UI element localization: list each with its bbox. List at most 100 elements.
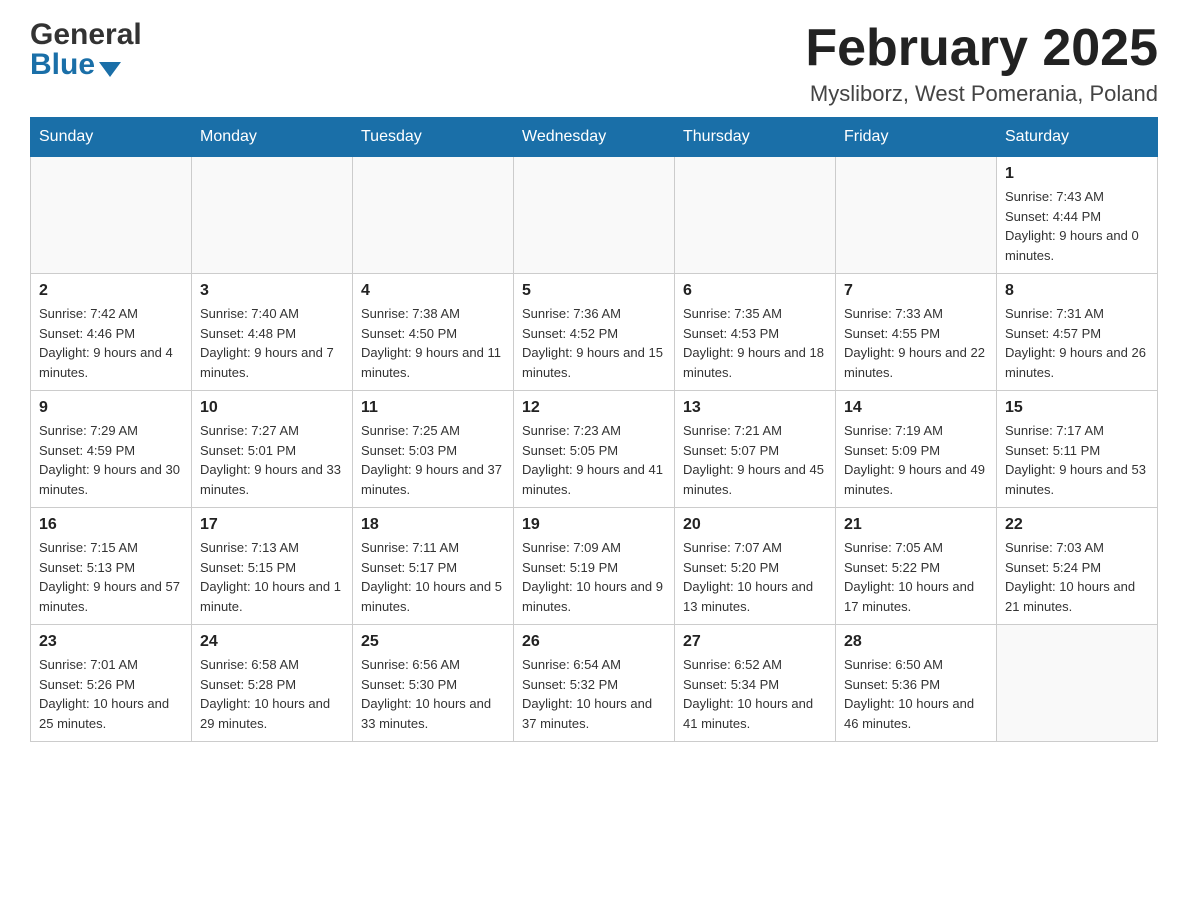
day-number: 8 [1005, 282, 1149, 300]
calendar-week-1: 1Sunrise: 7:43 AMSunset: 4:44 PMDaylight… [31, 157, 1158, 274]
day-info: Sunrise: 7:13 AMSunset: 5:15 PMDaylight:… [200, 538, 344, 616]
calendar-cell: 9Sunrise: 7:29 AMSunset: 4:59 PMDaylight… [31, 391, 192, 508]
calendar-cell: 27 Sunrise: 6:52 AMSunset: 5:34 PMDayligh… [675, 625, 836, 742]
calendar-cell: 13 Sunrise: 7:21 AMSunset: 5:07 PMDayligh… [675, 391, 836, 508]
day-info: Sunrise: 7:25 AMSunset: 5:03 PMDaylight:… [361, 421, 505, 499]
day-number: 21 [844, 516, 988, 534]
day-number: 18 [361, 516, 505, 534]
weekday-header-tuesday: Tuesday [353, 118, 514, 157]
calendar-cell: 2 Sunrise: 7:42 AMSunset: 4:46 PMDaylight… [31, 274, 192, 391]
day-number: 12 [522, 399, 666, 417]
day-number: 6 [683, 282, 827, 300]
calendar-cell: 14 Sunrise: 7:19 AMSunset: 5:09 PMDayligh… [836, 391, 997, 508]
calendar-cell: 21 Sunrise: 7:05 AMSunset: 5:22 PMDayligh… [836, 508, 997, 625]
day-info: Sunrise: 7:40 AMSunset: 4:48 PMDaylight:… [200, 304, 344, 382]
calendar-cell: 10 Sunrise: 7:27 AMSunset: 5:01 PMDayligh… [192, 391, 353, 508]
calendar-cell: 22 Sunrise: 7:03 AMSunset: 5:24 PMDayligh… [997, 508, 1158, 625]
weekday-header-saturday: Saturday [997, 118, 1158, 157]
logo: General Blue [30, 20, 142, 80]
calendar-cell: 15Sunrise: 7:17 AMSunset: 5:11 PMDayligh… [997, 391, 1158, 508]
day-number: 7 [844, 282, 988, 300]
weekday-header-monday: Monday [192, 118, 353, 157]
title-section: February 2025 Mysliborz, West Pomerania,… [805, 20, 1158, 107]
weekday-header-wednesday: Wednesday [514, 118, 675, 157]
day-info: Sunrise: 7:31 AMSunset: 4:57 PMDaylight:… [1005, 304, 1149, 382]
month-title: February 2025 [805, 20, 1158, 77]
calendar-cell: 26Sunrise: 6:54 AMSunset: 5:32 PMDayligh… [514, 625, 675, 742]
day-number: 2 [39, 282, 183, 300]
day-info: Sunrise: 7:15 AMSunset: 5:13 PMDaylight:… [39, 538, 183, 616]
day-number: 10 [200, 399, 344, 417]
day-info: Sunrise: 6:50 AMSunset: 5:36 PMDaylight:… [844, 655, 988, 733]
day-number: 28 [844, 633, 988, 651]
day-number: 19 [522, 516, 666, 534]
calendar-table: SundayMondayTuesdayWednesdayThursdayFrid… [30, 117, 1158, 742]
day-info: Sunrise: 7:38 AMSunset: 4:50 PMDaylight:… [361, 304, 505, 382]
calendar-cell: 25 Sunrise: 6:56 AMSunset: 5:30 PMDayligh… [353, 625, 514, 742]
weekday-header-friday: Friday [836, 118, 997, 157]
calendar-cell: 24 Sunrise: 6:58 AMSunset: 5:28 PMDayligh… [192, 625, 353, 742]
day-info: Sunrise: 7:35 AMSunset: 4:53 PMDaylight:… [683, 304, 827, 382]
day-info: Sunrise: 7:42 AMSunset: 4:46 PMDaylight:… [39, 304, 183, 382]
calendar-cell: 8 Sunrise: 7:31 AMSunset: 4:57 PMDaylight… [997, 274, 1158, 391]
calendar-cell [675, 157, 836, 274]
day-number: 17 [200, 516, 344, 534]
calendar-cell: 11 Sunrise: 7:25 AMSunset: 5:03 PMDayligh… [353, 391, 514, 508]
day-number: 14 [844, 399, 988, 417]
day-number: 16 [39, 516, 183, 534]
day-info: Sunrise: 7:05 AMSunset: 5:22 PMDaylight:… [844, 538, 988, 616]
calendar-cell [514, 157, 675, 274]
calendar-cell: 17 Sunrise: 7:13 AMSunset: 5:15 PMDayligh… [192, 508, 353, 625]
day-info: Sunrise: 7:11 AMSunset: 5:17 PMDaylight:… [361, 538, 505, 616]
day-info: Sunrise: 6:52 AMSunset: 5:34 PMDaylight:… [683, 655, 827, 733]
day-info: Sunrise: 7:27 AMSunset: 5:01 PMDaylight:… [200, 421, 344, 499]
calendar-cell [997, 625, 1158, 742]
weekday-header-thursday: Thursday [675, 118, 836, 157]
day-number: 11 [361, 399, 505, 417]
day-number: 24 [200, 633, 344, 651]
day-info: Sunrise: 7:03 AMSunset: 5:24 PMDaylight:… [1005, 538, 1149, 616]
day-info: Sunrise: 7:23 AMSunset: 5:05 PMDaylight:… [522, 421, 666, 499]
day-info: Sunrise: 6:58 AMSunset: 5:28 PMDaylight:… [200, 655, 344, 733]
calendar-cell: 12 Sunrise: 7:23 AMSunset: 5:05 PMDayligh… [514, 391, 675, 508]
calendar-cell: 28 Sunrise: 6:50 AMSunset: 5:36 PMDayligh… [836, 625, 997, 742]
calendar-cell: 4Sunrise: 7:38 AMSunset: 4:50 PMDaylight… [353, 274, 514, 391]
calendar-cell: 23 Sunrise: 7:01 AMSunset: 5:26 PMDayligh… [31, 625, 192, 742]
calendar-week-5: 23 Sunrise: 7:01 AMSunset: 5:26 PMDayligh… [31, 625, 1158, 742]
day-number: 22 [1005, 516, 1149, 534]
calendar-week-2: 2 Sunrise: 7:42 AMSunset: 4:46 PMDaylight… [31, 274, 1158, 391]
location-text: Mysliborz, West Pomerania, Poland [805, 81, 1158, 107]
day-number: 25 [361, 633, 505, 651]
day-info: Sunrise: 7:21 AMSunset: 5:07 PMDaylight:… [683, 421, 827, 499]
logo-arrow-icon [99, 62, 121, 77]
calendar-cell: 20 Sunrise: 7:07 AMSunset: 5:20 PMDayligh… [675, 508, 836, 625]
calendar-cell [353, 157, 514, 274]
calendar-cell: 19Sunrise: 7:09 AMSunset: 5:19 PMDayligh… [514, 508, 675, 625]
day-number: 27 [683, 633, 827, 651]
day-number: 23 [39, 633, 183, 651]
day-info: Sunrise: 7:36 AMSunset: 4:52 PMDaylight:… [522, 304, 666, 382]
day-number: 9 [39, 399, 183, 417]
weekday-header-sunday: Sunday [31, 118, 192, 157]
calendar-cell: 16 Sunrise: 7:15 AMSunset: 5:13 PMDayligh… [31, 508, 192, 625]
day-info: Sunrise: 6:56 AMSunset: 5:30 PMDaylight:… [361, 655, 505, 733]
logo-blue-text: Blue [30, 50, 95, 80]
day-number: 5 [522, 282, 666, 300]
day-info: Sunrise: 7:07 AMSunset: 5:20 PMDaylight:… [683, 538, 827, 616]
calendar-cell: 3 Sunrise: 7:40 AMSunset: 4:48 PMDaylight… [192, 274, 353, 391]
calendar-cell: 18 Sunrise: 7:11 AMSunset: 5:17 PMDayligh… [353, 508, 514, 625]
day-number: 15 [1005, 399, 1149, 417]
calendar-cell: 6 Sunrise: 7:35 AMSunset: 4:53 PMDaylight… [675, 274, 836, 391]
day-info: Sunrise: 7:01 AMSunset: 5:26 PMDaylight:… [39, 655, 183, 733]
calendar-cell: 7 Sunrise: 7:33 AMSunset: 4:55 PMDaylight… [836, 274, 997, 391]
day-number: 3 [200, 282, 344, 300]
day-info: Sunrise: 7:19 AMSunset: 5:09 PMDaylight:… [844, 421, 988, 499]
calendar-header-row: SundayMondayTuesdayWednesdayThursdayFrid… [31, 118, 1158, 157]
day-info: Sunrise: 7:33 AMSunset: 4:55 PMDaylight:… [844, 304, 988, 382]
day-number: 20 [683, 516, 827, 534]
logo-general-text: General [30, 20, 142, 50]
day-number: 26 [522, 633, 666, 651]
day-number: 13 [683, 399, 827, 417]
calendar-week-3: 9Sunrise: 7:29 AMSunset: 4:59 PMDaylight… [31, 391, 1158, 508]
page-header: General Blue February 2025 Mysliborz, We… [30, 20, 1158, 107]
